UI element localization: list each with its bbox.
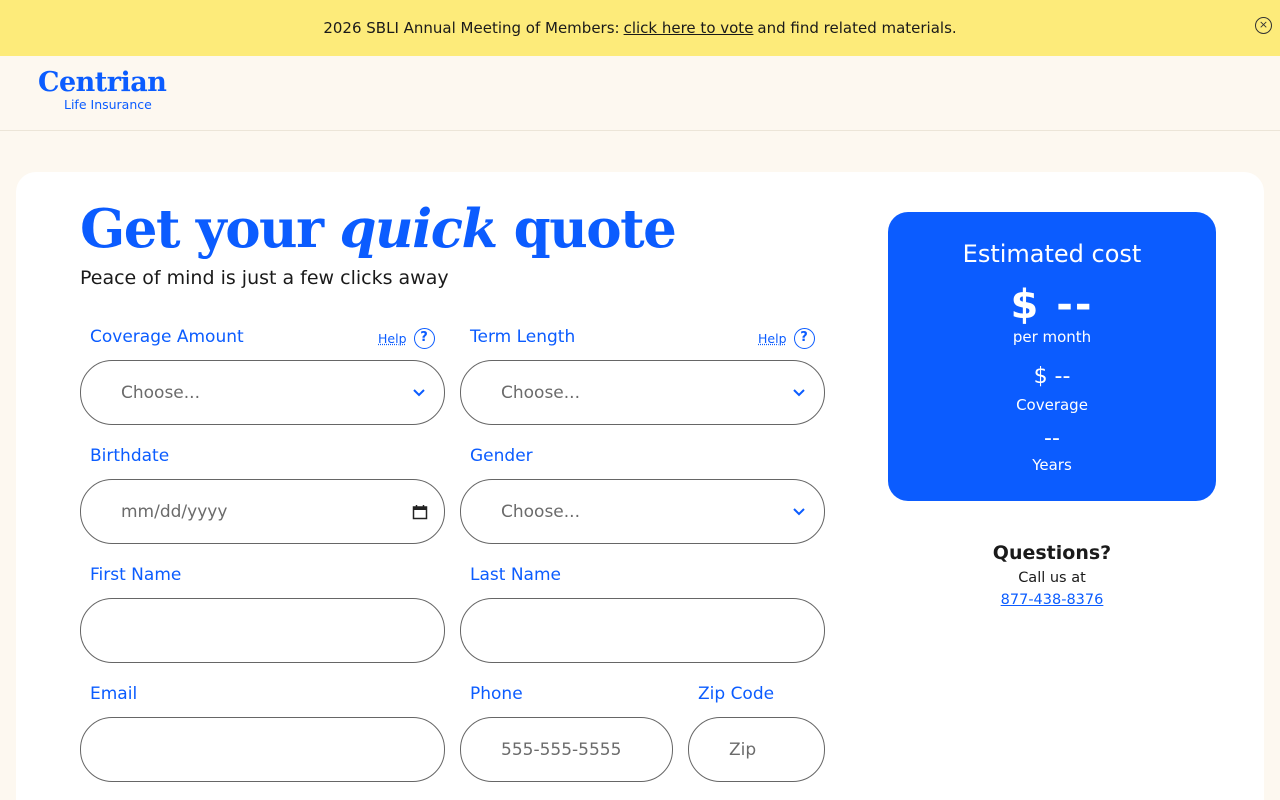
banner-close-icon[interactable]: × (1255, 17, 1272, 34)
last-name-field[interactable] (460, 598, 825, 663)
announcement-banner: 2026 SBLI Annual Meeting of Members: cli… (0, 0, 1280, 56)
years-label: Years (1032, 456, 1072, 474)
brand-subtitle: Life Insurance (64, 97, 152, 112)
gender-value: Choose... (501, 501, 580, 522)
estimated-cost-heading: Estimated cost (962, 240, 1142, 268)
phone-field[interactable] (460, 717, 673, 782)
term-length-label: Term Length (470, 327, 576, 347)
brand-logo[interactable]: Centrian Life Insurance (38, 67, 167, 112)
chevron-down-icon (413, 389, 425, 397)
gender-select[interactable]: Choose... (460, 479, 825, 544)
term-length-select[interactable]: Choose... (460, 360, 825, 425)
calendar-icon[interactable] (412, 504, 428, 520)
birthdate-input[interactable]: mm/dd/yyyy (80, 479, 445, 544)
coverage-amount-label: Coverage Amount (90, 327, 244, 347)
zip-code-label: Zip Code (698, 684, 775, 704)
page-subtitle: Peace of mind is just a few clicks away (80, 267, 449, 289)
term-help[interactable]: Help ? (758, 328, 815, 349)
questions-section: Questions? Call us at 877-438-8376 (888, 542, 1216, 608)
chevron-down-icon (793, 508, 805, 516)
monthly-cost-value: $ -- (1010, 282, 1094, 328)
gender-label: Gender (470, 446, 533, 466)
coverage-label: Coverage (1016, 396, 1088, 414)
email-label: Email (90, 684, 138, 704)
banner-text: 2026 SBLI Annual Meeting of Members: (323, 19, 620, 37)
phone-label: Phone (470, 684, 523, 704)
first-name-input[interactable] (121, 620, 444, 641)
zip-code-field[interactable] (688, 717, 825, 782)
zip-code-input[interactable] (729, 739, 824, 760)
email-input[interactable] (121, 739, 444, 760)
call-us-text: Call us at (1018, 570, 1086, 586)
coverage-amount-value: Choose... (121, 382, 200, 403)
birthdate-label: Birthdate (90, 446, 170, 466)
title-part3: quote (513, 198, 677, 260)
quote-card: Get your quick quote Peace of mind is ju… (16, 172, 1264, 800)
question-icon: ? (793, 328, 815, 349)
page-title: Get your quick quote (80, 198, 677, 260)
first-name-field[interactable] (80, 598, 445, 663)
site-header: Centrian Life Insurance (0, 56, 1280, 131)
question-icon: ? (413, 328, 435, 349)
last-name-input[interactable] (501, 620, 824, 641)
chevron-down-icon (793, 389, 805, 397)
term-length-value: Choose... (501, 382, 580, 403)
coverage-value: $ -- (1033, 364, 1071, 389)
banner-text-after: and find related materials. (757, 19, 957, 37)
estimated-cost-panel: Estimated cost $ -- per month $ -- Cover… (888, 212, 1216, 501)
phone-link[interactable]: 877-438-8376 (888, 592, 1216, 608)
last-name-label: Last Name (470, 565, 561, 585)
term-help-text: Help (758, 331, 787, 346)
title-emphasis: quick (339, 198, 498, 260)
email-field[interactable] (80, 717, 445, 782)
monthly-cost-label: per month (1012, 328, 1092, 346)
brand-name: Centrian (38, 67, 167, 98)
coverage-help-text: Help (378, 331, 407, 346)
birthdate-placeholder: mm/dd/yyyy (121, 501, 228, 522)
questions-heading: Questions? (992, 542, 1112, 564)
vote-link[interactable]: click here to vote (624, 19, 754, 37)
coverage-help[interactable]: Help ? (378, 328, 435, 349)
phone-input[interactable] (501, 739, 672, 760)
coverage-amount-select[interactable]: Choose... (80, 360, 445, 425)
title-part1: Get your (80, 198, 324, 260)
years-value: -- (1044, 426, 1060, 451)
first-name-label: First Name (90, 565, 182, 585)
